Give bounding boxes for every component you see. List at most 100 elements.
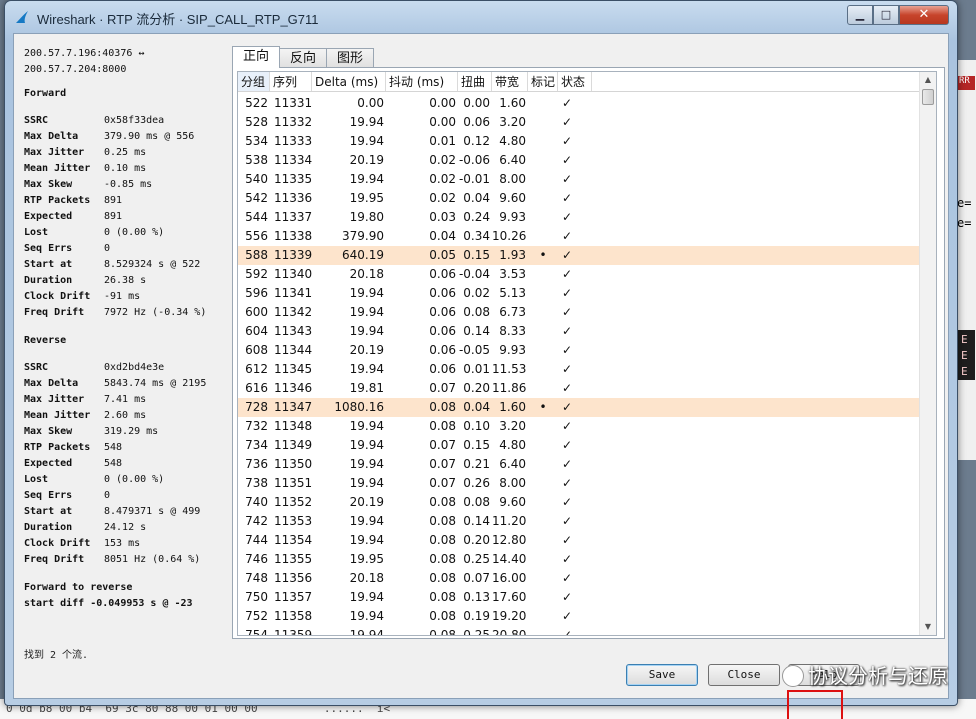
table-row[interactable]: 596 11341 19.94 0.06 0.02 5.13 ✓ xyxy=(238,284,920,303)
table-row[interactable]: 732 11348 19.94 0.08 0.10 3.20 ✓ xyxy=(238,417,920,436)
table-row[interactable]: 748 11356 20.18 0.08 0.07 16.00 ✓ xyxy=(238,569,920,588)
table-row[interactable]: 528 11332 19.94 0.00 0.06 3.20 ✓ xyxy=(238,113,920,132)
cell-bandwidth: 11.86 xyxy=(492,381,527,395)
stat-row: RTP Packets 548 xyxy=(24,440,234,456)
cell-delta: 19.94 xyxy=(349,324,384,338)
cell-bandwidth: 6.73 xyxy=(499,305,526,319)
table-row[interactable]: 740 11352 20.19 0.08 0.08 9.60 ✓ xyxy=(238,493,920,512)
cell-status: ✓ xyxy=(562,495,573,509)
table-row[interactable]: 556 11338 379.90 0.04 0.34 10.26 ✓ xyxy=(238,227,920,246)
column-header-status[interactable]: 状态 xyxy=(558,72,592,91)
table-row[interactable]: 588 11339 640.19 0.05 0.15 1.93 • ✓ xyxy=(238,246,920,265)
table-row[interactable]: 522 11331 0.00 0.00 0.00 1.60 ✓ xyxy=(238,94,920,113)
cell-delta: 19.94 xyxy=(349,609,384,623)
cell-marker xyxy=(528,493,558,512)
table-row[interactable]: 750 11357 19.94 0.08 0.13 17.60 ✓ xyxy=(238,588,920,607)
stat-label: Expected xyxy=(24,458,73,469)
cell-bandwidth: 16.00 xyxy=(492,571,527,585)
rtp-analysis-window: Wireshark · RTP 流分析 · SIP_CALL_RTP_G711 … xyxy=(4,0,958,719)
cell-packet: 728 xyxy=(245,400,268,414)
stat-label: Start at xyxy=(24,506,73,517)
stat-label: Expected xyxy=(24,211,73,222)
cell-sequence: 11359 xyxy=(274,628,312,636)
tab-graph[interactable]: 图形 xyxy=(326,48,375,68)
cell-sequence: 11342 xyxy=(274,305,312,319)
cell-packet: 538 xyxy=(245,153,268,167)
table-row[interactable]: 600 11342 19.94 0.06 0.08 6.73 ✓ xyxy=(238,303,920,322)
stat-row: Max Delta 379.90 ms @ 556 xyxy=(24,129,234,145)
table-row[interactable]: 534 11333 19.94 0.01 0.12 4.80 ✓ xyxy=(238,132,920,151)
table-row[interactable]: 608 11344 20.19 0.06 -0.05 9.93 ✓ xyxy=(238,341,920,360)
cell-packet: 588 xyxy=(245,248,268,262)
table-row[interactable]: 592 11340 20.18 0.06 -0.04 3.53 ✓ xyxy=(238,265,920,284)
table-row[interactable]: 752 11358 19.94 0.08 0.19 19.20 ✓ xyxy=(238,607,920,626)
cell-marker: • xyxy=(539,400,547,414)
tab-reverse[interactable]: 反向 xyxy=(279,48,328,68)
cell-status: ✓ xyxy=(562,229,573,243)
table-row[interactable]: 604 11343 19.94 0.06 0.14 8.33 ✓ xyxy=(238,322,920,341)
table-row[interactable]: 540 11335 19.94 0.02 -0.01 8.00 ✓ xyxy=(238,170,920,189)
cell-sequence: 11356 xyxy=(274,571,312,585)
cell-marker xyxy=(528,626,558,635)
table-row[interactable]: 754 11359 19.94 0.08 0.25 20.80 ✓ xyxy=(238,626,920,636)
tab-bar: 正向 反向 图形 xyxy=(232,46,375,68)
table-row[interactable]: 612 11345 19.94 0.06 0.01 11.53 ✓ xyxy=(238,360,920,379)
reverse-section-title: Reverse xyxy=(24,335,67,346)
cell-marker xyxy=(528,208,558,227)
column-header-bandwidth[interactable]: 带宽 xyxy=(492,72,528,91)
table-row[interactable]: 728 11347 1080.16 0.08 0.04 1.60 • ✓ xyxy=(238,398,920,417)
tab-forward[interactable]: 正向 xyxy=(232,46,281,68)
cell-packet: 528 xyxy=(245,115,268,129)
background-text: e= xyxy=(957,196,972,210)
stat-label: Seq Errs xyxy=(24,243,73,254)
table-row[interactable]: 616 11346 19.81 0.07 0.20 11.86 ✓ xyxy=(238,379,920,398)
column-header-marker[interactable]: 标记 xyxy=(528,72,558,91)
save-button[interactable]: Save xyxy=(626,664,698,686)
cell-skew: 0.21 xyxy=(463,457,490,471)
stat-value: 0 xyxy=(104,490,111,501)
table-body: 522 11331 0.00 0.00 0.00 1.60 ✓ 528 11332 19.94 0.… xyxy=(238,94,920,636)
column-header-sequence[interactable]: 序列 xyxy=(270,72,312,91)
scrollbar-thumb[interactable] xyxy=(922,89,934,105)
cell-jitter: 0.06 xyxy=(429,267,456,281)
cell-sequence: 11348 xyxy=(274,419,312,433)
cell-packet: 748 xyxy=(245,571,268,585)
cell-status: ✓ xyxy=(562,628,573,636)
table-row[interactable]: 544 11337 19.80 0.03 0.24 9.93 ✓ xyxy=(238,208,920,227)
table-row[interactable]: 542 11336 19.95 0.02 0.04 9.60 ✓ xyxy=(238,189,920,208)
cell-sequence: 11346 xyxy=(274,381,312,395)
maximize-button[interactable]: □ xyxy=(873,5,899,25)
stat-label: Lost xyxy=(24,474,49,485)
table-row[interactable]: 538 11334 20.19 0.02 -0.06 6.40 ✓ xyxy=(238,151,920,170)
cell-skew: 0.13 xyxy=(463,590,490,604)
cell-bandwidth: 1.93 xyxy=(499,248,526,262)
table-row[interactable]: 738 11351 19.94 0.07 0.26 8.00 ✓ xyxy=(238,474,920,493)
scroll-up-arrow-icon[interactable]: ▲ xyxy=(920,72,936,88)
stat-label: SSRC xyxy=(24,362,49,373)
column-header-skew[interactable]: 扭曲 xyxy=(458,72,492,91)
close-button[interactable]: Close xyxy=(708,664,780,686)
column-header-delta[interactable]: Delta (ms) xyxy=(312,72,386,91)
table-row[interactable]: 744 11354 19.94 0.08 0.20 12.80 ✓ xyxy=(238,531,920,550)
cell-packet: 542 xyxy=(245,191,268,205)
cell-status: ✓ xyxy=(562,286,573,300)
minimize-button[interactable]: ▁ xyxy=(847,5,873,25)
cell-delta: 19.94 xyxy=(349,305,384,319)
table-row[interactable]: 734 11349 19.94 0.07 0.15 4.80 ✓ xyxy=(238,436,920,455)
watermark: 协议分析与还原 xyxy=(782,660,948,689)
stat-label: Clock Drift xyxy=(24,291,91,302)
table-scrollbar[interactable]: ▲ ▼ xyxy=(919,72,936,635)
cell-bandwidth: 6.40 xyxy=(499,457,526,471)
table-row[interactable]: 736 11350 19.94 0.07 0.21 6.40 ✓ xyxy=(238,455,920,474)
table-row[interactable]: 742 11353 19.94 0.08 0.14 11.20 ✓ xyxy=(238,512,920,531)
cell-delta: 19.94 xyxy=(349,362,384,376)
stat-value: 8.529324 s @ 522 xyxy=(104,259,201,270)
column-header-jitter[interactable]: 抖动 (ms) xyxy=(386,72,458,91)
title-bar[interactable]: Wireshark · RTP 流分析 · SIP_CALL_RTP_G711 … xyxy=(5,1,957,33)
table-row[interactable]: 746 11355 19.95 0.08 0.25 14.40 ✓ xyxy=(238,550,920,569)
column-header-packet[interactable]: 分组 xyxy=(238,72,270,91)
close-window-button[interactable]: ✕ xyxy=(899,5,949,25)
reverse-stats: SSRC 0xd2bd4e3e Max Delta 5843.74 ms @ 2195… xyxy=(24,360,234,568)
stat-row: SSRC 0x58f33dea xyxy=(24,113,234,129)
scroll-down-arrow-icon[interactable]: ▼ xyxy=(920,619,936,635)
